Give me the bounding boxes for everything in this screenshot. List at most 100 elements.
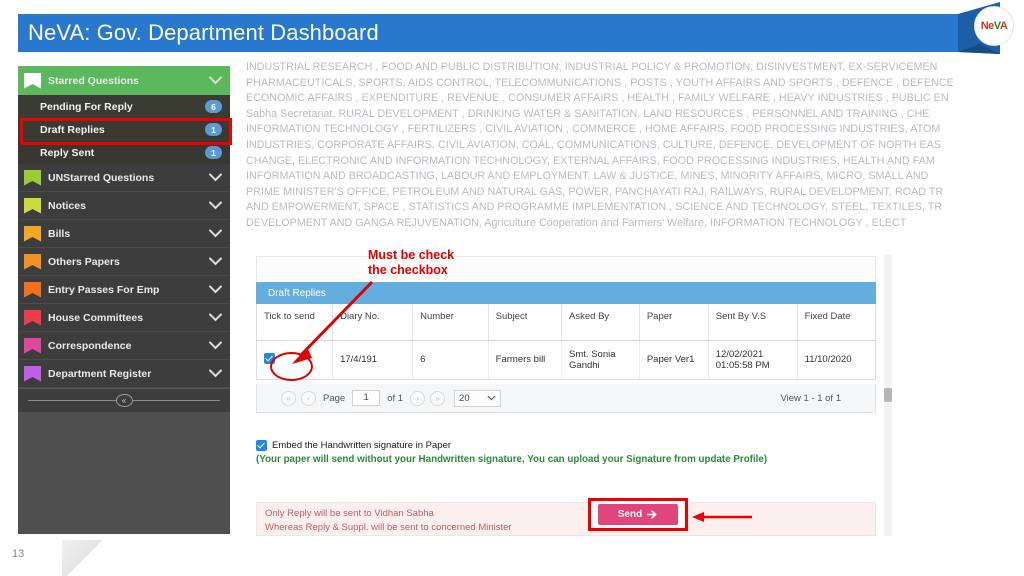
grid-column-header[interactable]: Number <box>412 304 489 341</box>
sidebar-group-label: House Committees <box>48 311 144 324</box>
chevron-down-icon <box>487 395 496 401</box>
sidebar-item-label: Reply Sent <box>40 146 95 159</box>
sidebar-group-department-register[interactable]: Department Register <box>18 360 230 388</box>
send-button[interactable]: Send <box>598 504 678 525</box>
collapse-sidebar-button[interactable]: « <box>115 394 133 407</box>
logo-text-a: A <box>999 19 1008 32</box>
cell-paper-link[interactable]: Paper Ver1 <box>639 340 709 379</box>
page-size-select[interactable]: 20 <box>454 389 502 407</box>
tick-to-send-checkbox[interactable] <box>264 352 275 364</box>
bookmark-icon <box>24 169 41 186</box>
send-notice-line1: Only Reply will be sent to Vidhan Sabha <box>265 508 434 519</box>
row-checkbox-cell[interactable] <box>257 340 334 379</box>
department-text-line: INFORMATION AND BROADCASTING, LABOUR AND… <box>246 170 929 183</box>
chevron-down-icon <box>209 341 222 350</box>
annotation-line-2: the checkbox <box>368 263 448 277</box>
annotation-line-1: Must be check <box>368 248 455 262</box>
draft-replies-grid: Tick to send Diary No. Number Subject Asked … <box>256 304 876 380</box>
send-notice-box: Only Reply will be sent to Vidhan Sabha … <box>256 502 876 536</box>
chevron-down-icon <box>209 257 222 266</box>
view-range-label: View 1 - 1 of 1 <box>780 392 841 404</box>
content-scrollbar-thumb[interactable] <box>884 388 892 402</box>
chevron-down-icon <box>209 229 222 238</box>
sidebar-group-label: Others Papers <box>48 255 120 268</box>
chevron-down-icon <box>209 285 222 294</box>
last-page-button[interactable]: » <box>430 390 446 406</box>
neva-logo: NeVA <box>974 6 1014 46</box>
grid-column-header[interactable]: Paper <box>639 304 709 341</box>
sidebar-item-badge: 6 <box>205 100 222 113</box>
sidebar-group-house-committees[interactable]: House Committees <box>18 304 230 332</box>
table-row[interactable]: 17/4/191 6 Farmers bill Smt. Sonia Gandhi Pa… <box>257 340 875 379</box>
cell-subject: Farmers bill <box>488 340 563 379</box>
bookmark-icon <box>24 197 41 214</box>
bookmark-icon <box>24 309 41 326</box>
main-content-panel: Draft Replies Tick to send Diary No. Numbe… <box>246 240 892 536</box>
sidebar-group-notices[interactable]: Notices <box>18 192 230 220</box>
sidebar-empty-area <box>18 412 230 532</box>
department-text-line: CHANGE, ELECTRONIC AND INFORMATION TECHN… <box>246 154 935 167</box>
sidebar-item-label: Draft Replies <box>40 123 105 136</box>
grid-column-header[interactable]: Sent By V.S <box>708 304 798 341</box>
department-text-line: INDUSTRIAL RESEARCH , FOOD AND PUBLIC DI… <box>246 61 938 73</box>
sidebar-item-reply-sent[interactable]: Reply Sent 1 <box>18 141 230 164</box>
slide-root: NeVA: Gov. Department Dashboard NeVA IND… <box>0 0 1024 576</box>
logo-text-ne: Ne <box>980 19 995 32</box>
panel-top-strip <box>256 256 876 282</box>
page-title: NeVA: Gov. Department Dashboard <box>28 20 379 45</box>
cell-asked-by: Smt. Sonia Gandhi <box>561 340 640 379</box>
department-text-line: ECONOMIC AFFAIRS , EXPENDITURE , REVENUE… <box>246 92 949 105</box>
first-page-button[interactable]: « <box>281 390 296 406</box>
sidebar-group-entry-passes-for-emp[interactable]: Entry Passes For Emp <box>18 276 230 304</box>
embed-signature-note: (Your paper will send without your Handw… <box>256 454 768 465</box>
sidebar-group-bills[interactable]: Bills <box>18 220 230 248</box>
grid-column-header[interactable]: Diary No. <box>332 304 414 341</box>
chevron-down-icon <box>209 369 222 378</box>
embed-signature-row: Embed the Handwritten signature in Paper… <box>256 440 896 467</box>
sidebar-group-label: Entry Passes For Emp <box>48 283 160 296</box>
bookmark-icon <box>24 253 41 270</box>
next-page-button[interactable]: › <box>410 390 426 406</box>
sidebar-group-label: Correspondence <box>48 339 132 352</box>
sidebar-group-others-papers[interactable]: Others Papers <box>18 248 230 276</box>
page-number-input[interactable]: 1 <box>352 390 381 406</box>
page-label: Page <box>323 392 346 404</box>
grid-column-header[interactable]: Asked By <box>561 304 640 341</box>
sidebar-group-label: Department Register <box>48 367 152 380</box>
pagination-bar: « ‹ Page 1 of 1 › » 20 View 1 - 1 of 1 <box>256 384 876 413</box>
department-text-line: PHARMACEUTICALS, SPORTS, AIDS CONTROL, T… <box>246 76 954 89</box>
sidebar-item-draft-replies[interactable]: Draft Replies 1 <box>18 118 230 141</box>
sidebar-item-pending-for-reply[interactable]: Pending For Reply 6 <box>18 95 230 118</box>
embed-signature-checkbox[interactable] <box>256 440 267 451</box>
department-text-line: DEVELOPMENT AND GANGA REJUVENATION, Agri… <box>246 216 907 229</box>
arrow-right-icon <box>647 510 657 519</box>
sidebar-group-starred-questions[interactable]: Starred Questions <box>18 66 230 95</box>
grid-header-row: Tick to send Diary No. Number Subject Asked … <box>257 304 875 341</box>
grid-column-header[interactable]: Subject <box>488 304 563 341</box>
chevron-down-icon <box>209 313 222 322</box>
corner-decoration <box>62 540 110 576</box>
bookmark-icon <box>24 337 41 354</box>
sidebar-group-label: Notices <box>48 199 86 212</box>
cell-number: 6 <box>412 340 489 379</box>
page-size-value: 20 <box>459 392 470 404</box>
grid-title: Draft Replies <box>256 282 876 304</box>
sidebar-collapse-row[interactable]: « <box>18 388 230 412</box>
page-number: 13 <box>12 548 25 560</box>
grid-column-header[interactable]: Tick to send <box>257 304 334 341</box>
department-text-line: PRIME MINISTER'S OFFICE, PETROLEUM AND N… <box>246 185 944 198</box>
department-text-line: Sabha Secretariat, RURAL DEVELOPMENT , D… <box>246 107 930 120</box>
sidebar-group-unstarred-questions[interactable]: UNStarred Questions <box>18 164 230 192</box>
sidebar-group-label: Starred Questions <box>48 74 140 87</box>
sidebar: Starred Questions Pending For Reply 6 Draft… <box>18 66 230 534</box>
department-text-line: INFORMATION TECHNOLOGY , FERTILIZERS , C… <box>246 123 941 136</box>
send-notice-line2: Whereas Reply & Suppl. will be sent to c… <box>265 521 512 533</box>
cell-diary-no: 17/4/191 <box>332 340 414 379</box>
department-list-background: INDUSTRIAL RESEARCH , FOOD AND PUBLIC DI… <box>246 60 1024 236</box>
sidebar-item-label: Pending For Reply <box>40 100 133 113</box>
prev-page-button[interactable]: ‹ <box>301 390 316 406</box>
grid-column-header[interactable]: Fixed Date <box>797 304 875 341</box>
annotation-text: Must be check the checkbox <box>368 248 454 278</box>
sidebar-group-label: Bills <box>48 227 71 240</box>
sidebar-group-correspondence[interactable]: Correspondence <box>18 332 230 360</box>
